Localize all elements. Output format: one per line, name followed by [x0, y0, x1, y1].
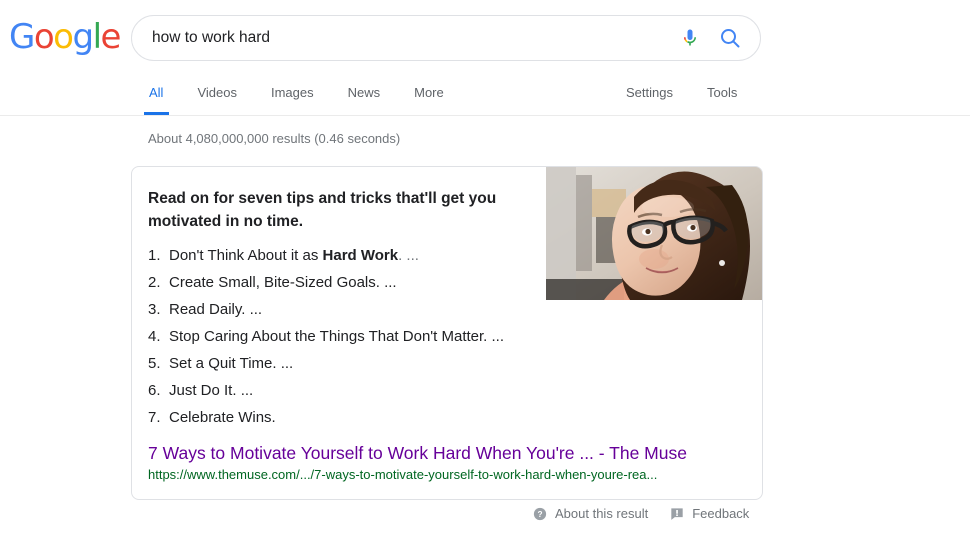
question-circle-icon: ?: [533, 507, 547, 520]
tab-news[interactable]: News: [331, 78, 398, 115]
tab-more[interactable]: More: [397, 78, 461, 115]
list-item-text: Create Small, Bite-Sized Goals. ...: [169, 274, 397, 291]
list-item-number: 6.: [148, 382, 161, 399]
list-item: 1. Don't Think About it as Hard Work. ...: [148, 242, 568, 269]
featured-snippet-card: Read on for seven tips and tricks that'l…: [131, 166, 763, 500]
list-item-text: Just Do It. ...: [169, 382, 254, 399]
search-bar-icons: [678, 26, 760, 50]
list-item-number: 4.: [148, 328, 161, 345]
search-nav: All Videos Images News More Settings Too…: [0, 78, 970, 116]
logo-letter-g1: G: [9, 17, 35, 57]
microphone-icon[interactable]: [678, 26, 702, 50]
list-item-number: 2.: [148, 274, 161, 291]
nav-tabs-left: All Videos Images News More: [133, 78, 461, 115]
svg-text:?: ?: [537, 509, 542, 519]
list-item-number: 3.: [148, 301, 161, 318]
search-bar[interactable]: [131, 15, 761, 61]
list-item: 3. Read Daily. ...: [148, 296, 568, 323]
list-item-tail: . ...: [398, 247, 419, 264]
nav-tabs-right: Settings Tools: [610, 78, 754, 115]
list-item-number: 1.: [148, 247, 161, 264]
logo-letter-l: l: [92, 17, 102, 57]
list-item-text: Stop Caring About the Things That Don't …: [169, 328, 505, 345]
search-input[interactable]: [132, 16, 678, 60]
list-item: 7. Celebrate Wins.: [148, 404, 568, 431]
list-item: 2. Create Small, Bite-Sized Goals. ...: [148, 269, 568, 296]
magnifier-icon[interactable]: [718, 26, 742, 50]
logo-letter-o2: o: [53, 17, 74, 57]
feedback-label: Feedback: [692, 506, 750, 521]
list-item: 6. Just Do It. ...: [148, 377, 568, 404]
tab-tools[interactable]: Tools: [690, 78, 754, 115]
list-item-number: 5.: [148, 355, 161, 372]
nav-divider: [0, 115, 970, 116]
tab-images[interactable]: Images: [254, 78, 331, 115]
result-stats: About 4,080,000,000 results (0.46 second…: [148, 131, 401, 146]
tab-settings[interactable]: Settings: [610, 78, 690, 115]
page-header: Google All Videos Images News More: [0, 0, 970, 116]
about-this-result-link[interactable]: ? About this result: [533, 506, 648, 521]
result-title-link[interactable]: 7 Ways to Motivate Yourself to Work Hard…: [148, 442, 687, 464]
feedback-link[interactable]: Feedback: [670, 506, 749, 521]
list-item-number: 7.: [148, 409, 161, 426]
list-item-text: Read Daily. ...: [169, 301, 263, 318]
snippet-thumbnail[interactable]: [546, 167, 762, 300]
snippet-footer: ? About this result Feedback: [533, 506, 749, 521]
snippet-list: 1. Don't Think About it as Hard Work. ...…: [148, 242, 568, 431]
feedback-flag-icon: [671, 507, 683, 520]
list-item-text: Set a Quit Time. ...: [169, 355, 294, 372]
result-url: https://www.themuse.com/.../7-ways-to-mo…: [148, 467, 658, 482]
logo-letter-g2: g: [72, 17, 94, 57]
thumbnail-photo: [546, 167, 762, 300]
about-this-result-label: About this result: [555, 506, 649, 521]
snippet-heading: Read on for seven tips and tricks that'l…: [148, 190, 497, 230]
list-item: 5. Set a Quit Time. ...: [148, 350, 568, 377]
list-item: 4. Stop Caring About the Things That Don'…: [148, 323, 568, 350]
tab-videos[interactable]: Videos: [180, 78, 254, 115]
logo-letter-o1: o: [33, 17, 55, 57]
logo-letter-e: e: [100, 17, 122, 57]
list-item-bold: Hard Work: [322, 247, 399, 264]
google-logo[interactable]: Google: [9, 17, 122, 57]
list-item-text: Don't Think About it as: [169, 247, 323, 264]
tab-all[interactable]: All: [133, 78, 180, 115]
list-item-text: Celebrate Wins.: [169, 409, 276, 426]
